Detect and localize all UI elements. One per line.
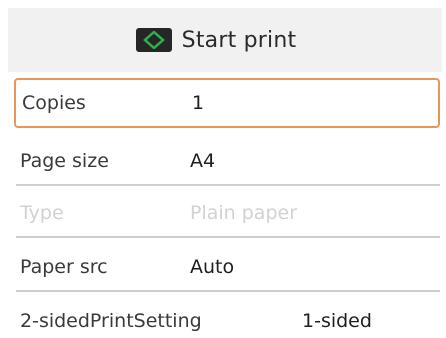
start-diamond-icon [135, 28, 172, 52]
setting-row-type: Type Plain paper [14, 188, 440, 238]
setting-value: A4 [190, 150, 216, 172]
setting-label: Copies [22, 92, 86, 114]
setting-row-page-size[interactable]: Page size A4 [14, 136, 440, 186]
setting-value: 1-sided [302, 310, 372, 332]
print-settings-screen: Start print Copies 1 Page size A4 Type P… [0, 0, 446, 338]
start-print-button[interactable]: Start print [8, 8, 442, 72]
setting-label: Type [20, 202, 64, 224]
setting-row-2-sided[interactable]: 2-sidedPrintSetting 1-sided [14, 296, 440, 338]
setting-row-copies[interactable]: Copies 1 [14, 78, 440, 128]
setting-label: Page size [20, 150, 109, 172]
start-print-label: Start print [181, 27, 297, 53]
setting-value: Plain paper [190, 202, 298, 224]
setting-label: Paper src [20, 256, 108, 278]
setting-value: Auto [190, 256, 235, 278]
setting-label: 2-sidedPrintSetting [20, 310, 202, 332]
setting-value: 1 [192, 92, 205, 114]
setting-row-paper-src[interactable]: Paper src Auto [14, 242, 440, 292]
